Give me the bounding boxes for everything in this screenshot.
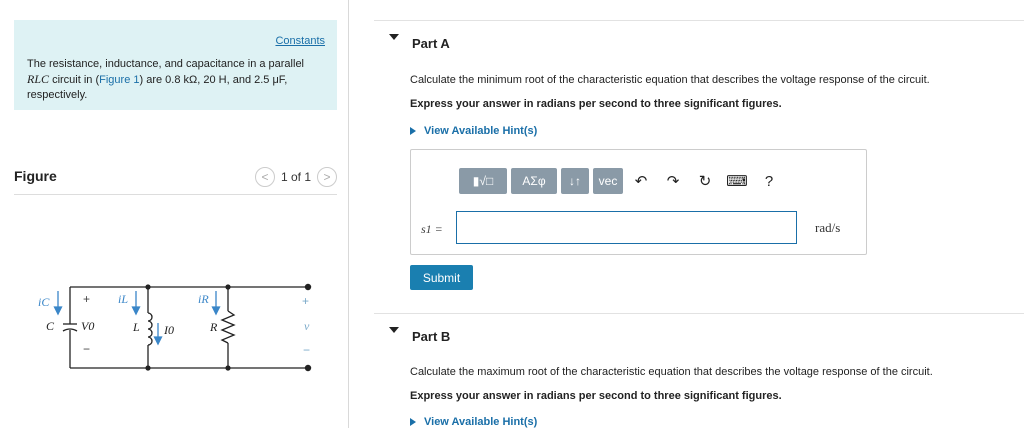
rlc-symbol: RLC: [27, 72, 50, 86]
v0-plus: +: [83, 292, 90, 306]
hint-text: View Available Hint(s): [424, 416, 538, 428]
ir-label: iR: [198, 292, 209, 306]
resistor-label: R: [209, 320, 218, 334]
hint-expand-icon: [410, 418, 416, 426]
figure-pager: < 1 of 1 >: [254, 167, 337, 187]
constants-link[interactable]: Constants: [275, 34, 325, 49]
ic-label: iC: [38, 295, 50, 309]
reset-icon[interactable]: ↻: [691, 168, 719, 194]
page-indicator: 1 of 1: [280, 170, 311, 184]
circuit-diagram: iC iL iR + − C V0 L I0 R + v −: [38, 283, 312, 372]
capacitor-label: C: [46, 319, 55, 333]
s1-label: s1 =: [421, 222, 443, 236]
help-icon[interactable]: ?: [755, 168, 783, 194]
problem-info-box: Constants The resistance, inductance, an…: [14, 20, 337, 110]
redo-icon[interactable]: ↷: [659, 168, 687, 194]
collapse-triangle-icon: [389, 34, 399, 40]
part-b-header[interactable]: Part B: [374, 313, 1024, 344]
info-line1: The resistance, inductance, and capacita…: [27, 58, 305, 70]
answer-input[interactable]: [456, 211, 797, 244]
part-a-instruction: Express your answer in radians per secon…: [410, 98, 782, 110]
info-line3: respectively.: [27, 89, 88, 101]
problem-statement: The resistance, inductance, and capacita…: [27, 57, 327, 103]
v-plus: +: [302, 294, 309, 308]
answer-box: ▮√□ ΑΣφ ↓↑ vec ↶ ↷ ↻ ⌨ ? s1 = rad/s: [410, 149, 867, 255]
figure-title: Figure: [14, 168, 57, 184]
prev-figure-button[interactable]: <: [254, 167, 275, 187]
part-b-hint-link[interactable]: View Available Hint(s): [410, 416, 537, 428]
part-a-hint-link[interactable]: View Available Hint(s): [410, 125, 537, 137]
undo-icon[interactable]: ↶: [627, 168, 655, 194]
part-b-instruction: Express your answer in radians per secon…: [410, 390, 782, 402]
v-minus: −: [303, 343, 310, 357]
part-b-question: Calculate the maximum root of the charac…: [410, 366, 933, 378]
right-panel: Part A Calculate the minimum root of the…: [350, 0, 1024, 428]
hint-expand-icon: [410, 127, 416, 135]
vec-button[interactable]: vec: [593, 168, 623, 194]
left-panel: Constants The resistance, inductance, an…: [0, 0, 349, 428]
next-figure-button[interactable]: >: [317, 167, 337, 187]
templates-button[interactable]: ▮√□: [459, 168, 507, 194]
figure-link[interactable]: Figure 1: [99, 74, 139, 86]
i0-label: I0: [163, 323, 174, 337]
part-a-title: Part A: [412, 36, 450, 51]
part-a-question: Calculate the minimum root of the charac…: [410, 74, 930, 86]
v0-label: V0: [81, 319, 94, 333]
part-b-title: Part B: [412, 329, 451, 344]
hint-text: View Available Hint(s): [424, 125, 538, 137]
keyboard-icon[interactable]: ⌨: [723, 168, 751, 194]
figure-header: Figure < 1 of 1 >: [14, 167, 337, 195]
inductor-label: L: [132, 320, 140, 334]
math-toolbar: ▮√□ ΑΣφ ↓↑ vec ↶ ↷ ↻ ⌨ ?: [459, 168, 783, 194]
v0-minus: −: [83, 342, 90, 356]
subscript-superscript-button[interactable]: ↓↑: [561, 168, 589, 194]
il-label: iL: [118, 292, 128, 306]
submit-button[interactable]: Submit: [410, 265, 473, 290]
unit-label: rad/s: [815, 220, 841, 235]
info-line2b: ) are 0.8 kΩ, 20 H, and 2.5 μF,: [139, 74, 288, 86]
collapse-triangle-icon: [389, 327, 399, 333]
info-line2a: circuit in (: [49, 74, 100, 86]
v-label: v: [304, 319, 310, 333]
part-a-header[interactable]: Part A: [374, 20, 1024, 51]
greek-symbols-button[interactable]: ΑΣφ: [511, 168, 557, 194]
